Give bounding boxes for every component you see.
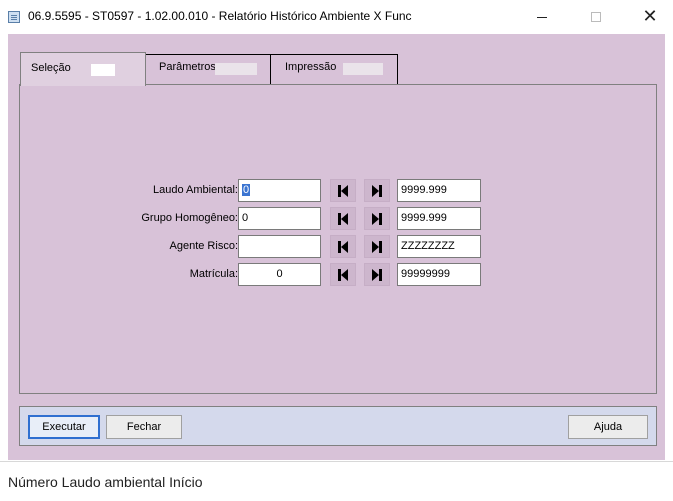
- matricula-to-input[interactable]: 99999999: [397, 263, 481, 286]
- field-label: Agente Risco:: [169, 240, 238, 252]
- tab-hotkey-bar: [343, 63, 383, 75]
- first-value-button[interactable]: [330, 207, 356, 230]
- first-record-icon: [338, 240, 348, 253]
- tab-hotkey-bar: [91, 64, 115, 76]
- minimize-button[interactable]: [519, 0, 565, 34]
- grupo-homogeneo-from-input[interactable]: 0: [238, 207, 321, 230]
- laudo-ambiental-to-input[interactable]: 9999.999: [397, 179, 481, 202]
- maximize-icon: [591, 12, 601, 22]
- field-row-matricula: Matrícula: 0 99999999: [20, 263, 658, 287]
- close-icon: ✕: [642, 6, 658, 27]
- execute-button[interactable]: Executar: [28, 415, 100, 439]
- tab-parametros[interactable]: Parâmetros: [144, 54, 271, 84]
- tab-impressao[interactable]: Impressão: [270, 54, 398, 84]
- form-area: Parâmetros Impressão Laudo Ambiental: 0 …: [8, 34, 665, 460]
- agente-risco-from-input[interactable]: [238, 235, 321, 258]
- app-icon: [8, 11, 20, 23]
- minimize-icon: [537, 16, 547, 18]
- first-value-button[interactable]: [330, 263, 356, 286]
- grupo-homogeneo-to-input[interactable]: 9999.999: [397, 207, 481, 230]
- last-value-button[interactable]: [364, 179, 390, 202]
- matricula-from-input[interactable]: 0: [238, 263, 321, 286]
- status-bar: Número Laudo ambiental Início: [0, 461, 673, 501]
- application-window: 06.9.5595 - ST0597 - 1.02.00.010 - Relat…: [0, 0, 673, 501]
- close-button[interactable]: ✕: [627, 0, 673, 34]
- first-value-button[interactable]: [330, 235, 356, 258]
- first-record-icon: [338, 184, 348, 197]
- agente-risco-to-input[interactable]: ZZZZZZZZ: [397, 235, 481, 258]
- status-text: Número Laudo ambiental Início: [8, 474, 203, 490]
- laudo-ambiental-from-input[interactable]: 0: [238, 179, 321, 202]
- field-row-grupo-homogeneo: Grupo Homogêneo: 0 9999.999: [20, 207, 658, 231]
- tab-selecao[interactable]: Seleção: [20, 52, 146, 86]
- tab-hotkey-bar: [215, 63, 257, 75]
- field-label: Laudo Ambiental:: [152, 184, 238, 196]
- field-row-laudo-ambiental: Laudo Ambiental: 0 9999.999: [20, 179, 658, 203]
- field-label: Matrícula:: [189, 268, 238, 280]
- last-value-button[interactable]: [364, 235, 390, 258]
- window-title: 06.9.5595 - ST0597 - 1.02.00.010 - Relat…: [28, 9, 412, 23]
- tab-label: Parâmetros: [159, 61, 216, 73]
- first-record-icon: [338, 268, 348, 281]
- maximize-button[interactable]: [573, 0, 619, 34]
- last-value-button[interactable]: [364, 207, 390, 230]
- tab-label: Impressão: [285, 61, 337, 73]
- button-bar: Executar Fechar Ajuda: [19, 406, 657, 446]
- last-value-button[interactable]: [364, 263, 390, 286]
- first-value-button[interactable]: [330, 179, 356, 202]
- selection-panel: Laudo Ambiental: 0 9999.999 Grupo Homogê…: [19, 84, 657, 394]
- close-form-button[interactable]: Fechar: [106, 415, 182, 439]
- field-label: Grupo Homogêneo:: [141, 212, 238, 224]
- input-value: 0: [242, 184, 251, 196]
- last-record-icon: [372, 184, 382, 197]
- field-row-agente-risco: Agente Risco: ZZZZZZZZ: [20, 235, 658, 259]
- last-record-icon: [372, 212, 382, 225]
- tab-label: Seleção: [31, 62, 71, 74]
- help-button[interactable]: Ajuda: [568, 415, 648, 439]
- first-record-icon: [338, 212, 348, 225]
- title-bar[interactable]: 06.9.5595 - ST0597 - 1.02.00.010 - Relat…: [0, 0, 673, 34]
- last-record-icon: [372, 240, 382, 253]
- last-record-icon: [372, 268, 382, 281]
